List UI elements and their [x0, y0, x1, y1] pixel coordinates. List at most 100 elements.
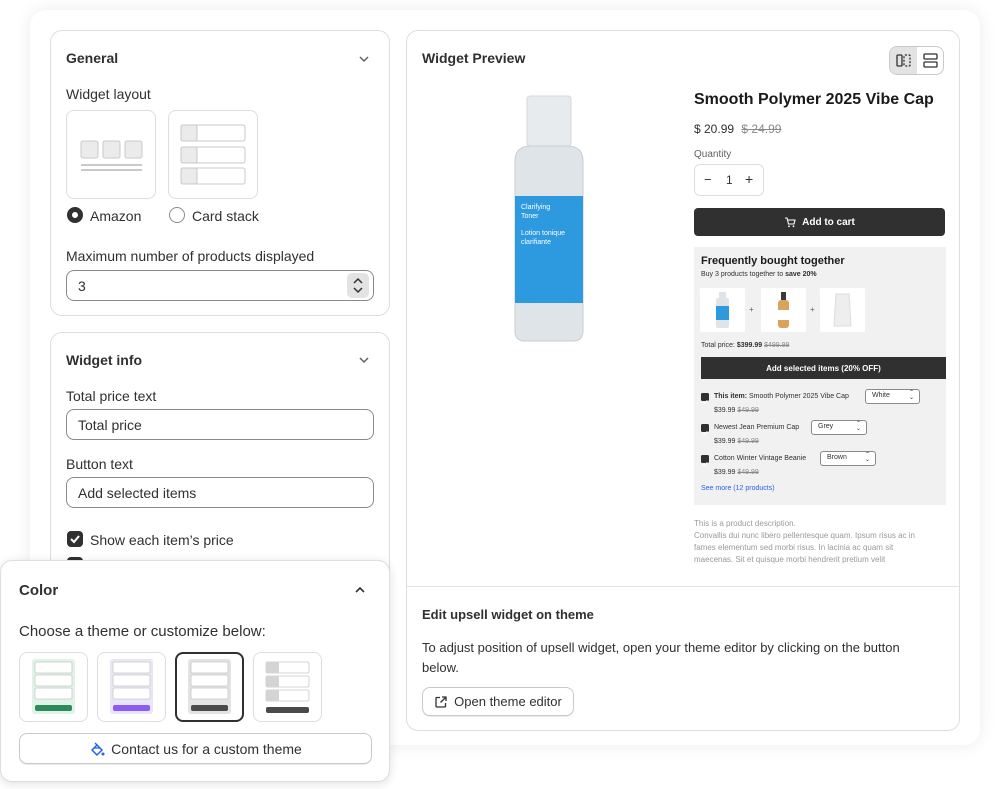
stacked-view-button[interactable]: [917, 47, 943, 74]
serum-thumb-icon: [778, 292, 789, 328]
fbt-item-compare: $49.99: [737, 438, 759, 445]
bottle-label-line4: clarifiante: [521, 239, 551, 246]
fbt-item-checkbox[interactable]: [701, 424, 709, 436]
fbt-see-more-link[interactable]: See more (12 products): [701, 485, 775, 492]
widget-info-title: Widget info: [66, 352, 143, 368]
fbt-item-checkbox[interactable]: [701, 455, 709, 467]
checkmark-icon: [702, 431, 708, 436]
general-title: General: [66, 50, 119, 66]
columns-view-icon: [896, 54, 911, 67]
fbt-widget: Frequently bought together Buy 3 product…: [694, 247, 946, 505]
add-to-cart-button[interactable]: Add to cart: [694, 208, 945, 236]
color-card: Color Choose a theme or customize below:: [0, 560, 390, 782]
fbt-this-item-prefix: This item:: [714, 393, 748, 400]
select-arrows-icon: ⌃ ⌄: [855, 421, 861, 432]
chevron-down-icon[interactable]: [358, 354, 370, 366]
fbt-total-compare: $499.99: [764, 342, 790, 349]
quantity-minus-button[interactable]: −: [704, 172, 712, 187]
show-price-label: Show each item’s price: [90, 532, 234, 548]
chevron-up-icon[interactable]: [354, 584, 366, 596]
checkmark-icon: [702, 400, 708, 405]
max-products-label: Maximum number of products displayed: [66, 248, 315, 264]
fbt-variant-select[interactable]: Brown ⌃ ⌄: [820, 451, 876, 466]
theme-option-grey[interactable]: [175, 652, 244, 722]
color-subtitle: Choose a theme or customize below:: [19, 623, 266, 640]
theme-option-minimal[interactable]: [253, 652, 322, 722]
fbt-item-name: Newest Jean Premium Cap: [714, 424, 800, 431]
radio-card-stack[interactable]: [169, 207, 185, 223]
number-stepper[interactable]: [347, 273, 369, 298]
fbt-item-row: This item: Smooth Polymer 2025 Vibe Cap …: [694, 388, 946, 418]
view-toggle: [889, 46, 944, 75]
fbt-variant-value: Grey: [818, 423, 834, 430]
fbt-item-name-text: Smooth Polymer 2025 Vibe Cap: [749, 393, 849, 400]
fbt-item-row: Cotton Winter Vintage Beanie Brown ⌃ ⌄ $3…: [694, 450, 946, 480]
toner-bottle-icon: [514, 95, 584, 342]
product-price: $ 20.99: [694, 122, 735, 136]
fbt-thumb-3[interactable]: [820, 288, 865, 332]
fbt-add-selected-button[interactable]: Add selected items (20% OFF): [701, 357, 946, 379]
fbt-total-row: Total price: $399.99 $499.99: [701, 342, 789, 349]
cart-icon: [785, 217, 796, 228]
edit-section-body: To adjust position of upsell widget, ope…: [422, 638, 952, 678]
open-theme-editor-label: Open theme editor: [454, 694, 562, 709]
open-theme-editor-button[interactable]: Open theme editor: [422, 687, 574, 716]
fbt-item-price: $39.99: [714, 469, 736, 476]
contact-custom-theme-button[interactable]: Contact us for a custom theme: [19, 733, 372, 764]
fbt-variant-select[interactable]: White ⌃ ⌄: [865, 389, 920, 404]
product-description: This is a product description. Convallis…: [694, 518, 946, 570]
fbt-item-compare: $49.99: [737, 469, 759, 476]
description-line: maecenas. Sit et quisque morbi hendrerit…: [694, 555, 886, 564]
layout-amazon-preview[interactable]: [66, 110, 156, 199]
chevron-down-icon[interactable]: [358, 53, 370, 65]
edit-section-body-line1: To adjust position of upsell widget, ope…: [422, 640, 900, 655]
card-stack-layout-icon: [180, 124, 246, 185]
fbt-total-label: Total price:: [701, 342, 735, 349]
section-divider: [407, 586, 959, 587]
fbt-item-checkbox[interactable]: [701, 393, 709, 405]
radio-amazon-label: Amazon: [90, 208, 142, 224]
desktop-view-button[interactable]: [890, 47, 917, 74]
fbt-thumb-1[interactable]: [700, 288, 745, 332]
total-price-text-input[interactable]: Total price: [66, 409, 374, 440]
edit-section-title: Edit upsell widget on theme: [422, 607, 594, 622]
fbt-subtitle-strong: save 20%: [785, 271, 817, 278]
purple-theme-icon: [110, 659, 153, 714]
minimal-theme-icon: [265, 661, 310, 713]
theme-option-purple[interactable]: [97, 652, 166, 722]
fbt-total-price: $399.99: [736, 342, 763, 349]
fbt-subtitle: Buy 3 products together to save 20%: [701, 271, 817, 278]
widget-info-card: Widget info Total price text Total price…: [50, 332, 390, 582]
green-theme-icon: [32, 659, 75, 714]
show-price-checkbox[interactable]: [67, 531, 83, 547]
fbt-add-selected-label: Add selected items (20% OFF): [766, 363, 881, 373]
rows-view-icon: [923, 53, 938, 68]
total-price-text-value: Total price: [78, 417, 142, 433]
grey-theme-icon: [188, 659, 231, 714]
fbt-thumb-2[interactable]: [761, 288, 806, 332]
bottle-label-line2: Toner: [521, 213, 539, 220]
stepper-arrows-icon: [353, 277, 363, 294]
total-price-text-label: Total price text: [66, 388, 157, 404]
bottle-label-line3: Lotion tonique: [521, 230, 565, 237]
fbt-item-price: $39.99: [714, 407, 736, 414]
fbt-item-name: Cotton Winter Vintage Beanie: [714, 455, 807, 462]
theme-option-green[interactable]: [19, 652, 88, 722]
fbt-item-name: This item: Smooth Polymer 2025 Vibe Cap: [714, 393, 849, 400]
toner-thumb-icon: [716, 292, 729, 328]
quantity-label: Quantity: [694, 149, 732, 160]
widget-layout-label: Widget layout: [66, 86, 151, 102]
quantity-value[interactable]: 1: [726, 173, 733, 187]
fbt-item-price: $39.99: [714, 438, 736, 445]
description-line: fames elementum sed morbi risus. In laci…: [694, 543, 894, 552]
max-products-input[interactable]: 3: [66, 270, 374, 301]
button-text-input[interactable]: Add selected items: [66, 477, 374, 508]
layout-card-stack-preview[interactable]: [168, 110, 258, 199]
button-text-value: Add selected items: [78, 485, 197, 501]
cream-thumb-icon: [833, 293, 852, 327]
quantity-plus-button[interactable]: +: [745, 171, 753, 187]
product-title: Smooth Polymer 2025 Vibe Cap: [694, 91, 934, 108]
fbt-item-price-row: $39.99 $49.99: [714, 438, 759, 445]
fbt-variant-select[interactable]: Grey ⌃ ⌄: [811, 420, 867, 435]
radio-amazon[interactable]: [67, 207, 83, 223]
